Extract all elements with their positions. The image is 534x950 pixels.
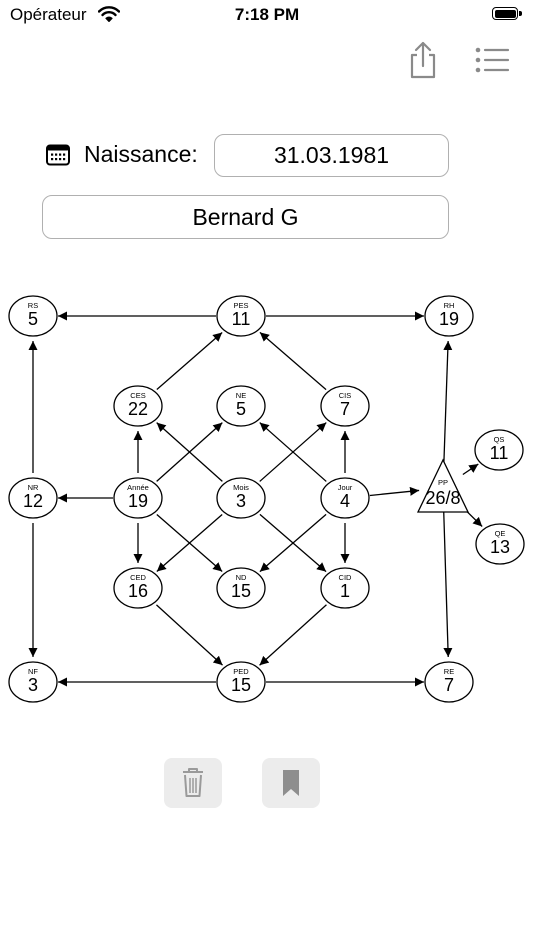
node-value: 11 xyxy=(232,309,251,329)
node-value: 3 xyxy=(236,491,246,511)
share-icon xyxy=(410,41,436,79)
node-pp: PP26/8 xyxy=(416,458,470,513)
name-field[interactable] xyxy=(42,195,449,239)
clock: 7:18 PM xyxy=(234,5,300,24)
node-ne: NE5 xyxy=(216,385,266,427)
node-value: 7 xyxy=(444,675,454,695)
node-nf: NF3 xyxy=(8,661,58,703)
node-rs: RS5 xyxy=(8,295,58,337)
share-button[interactable] xyxy=(405,40,441,80)
node-value: 5 xyxy=(28,309,38,329)
edge-cis-pes xyxy=(259,331,327,391)
node-value: 26/8 xyxy=(425,488,460,508)
node-mois: Mois3 xyxy=(216,477,266,519)
edge-cid-ped xyxy=(259,604,327,666)
node-value: 19 xyxy=(128,491,148,511)
bookmark-icon xyxy=(283,770,299,796)
edge-pp-re xyxy=(443,511,453,658)
node-label: PP xyxy=(438,478,448,487)
node-cid: CID1 xyxy=(320,567,370,609)
node-rh: RH19 xyxy=(424,295,474,337)
edge-jour-pp xyxy=(369,486,420,497)
node-nd: ND15 xyxy=(216,567,266,609)
node-value: 22 xyxy=(128,399,148,419)
node-pes: PES11 xyxy=(216,295,266,337)
node-value: 16 xyxy=(128,581,148,601)
node-value: 15 xyxy=(231,675,251,695)
node-value: 3 xyxy=(28,675,38,695)
edge-pp-rh xyxy=(443,340,453,465)
node-value: 5 xyxy=(236,399,246,419)
node-value: 12 xyxy=(23,491,43,511)
list-icon xyxy=(475,47,510,73)
calendar-icon xyxy=(46,144,70,166)
node-value: 4 xyxy=(340,491,350,511)
birth-date-field[interactable] xyxy=(214,134,449,177)
bookmark-button[interactable] xyxy=(262,758,320,808)
battery-icon xyxy=(492,7,522,21)
edge-ces-pes xyxy=(156,331,223,391)
trash-icon xyxy=(183,768,203,797)
node-ced: CED16 xyxy=(113,567,163,609)
list-button[interactable] xyxy=(472,44,512,78)
node-re: RE7 xyxy=(424,661,474,703)
edge-ced-ped xyxy=(156,604,223,666)
node-ces: CES22 xyxy=(113,385,163,427)
node-value: 1 xyxy=(340,581,350,601)
node-value: 7 xyxy=(340,399,350,419)
node-nr: NR12 xyxy=(8,477,58,519)
node-cis: CIS7 xyxy=(320,385,370,427)
node-annee: Année19 xyxy=(113,477,163,519)
node-qs: QS11 xyxy=(474,429,524,471)
node-qe: QE13 xyxy=(475,523,525,565)
edge-pp-qs xyxy=(462,463,479,476)
numerology-diagram: RS5 PES11 RH19 CES22 NE5 CIS7 QS11 NR12 Année19 M… xyxy=(8,295,525,703)
status-bar: Opérateur 7:18 PM xyxy=(0,0,534,30)
node-ped: PED15 xyxy=(216,661,266,703)
node-value: 13 xyxy=(490,537,510,557)
node-value: 19 xyxy=(439,309,459,329)
birth-date-label: Naissance: xyxy=(84,141,198,167)
node-value: 11 xyxy=(490,443,509,463)
node-value: 15 xyxy=(231,581,251,601)
delete-button[interactable] xyxy=(164,758,222,808)
node-jour: Jour4 xyxy=(320,477,370,519)
